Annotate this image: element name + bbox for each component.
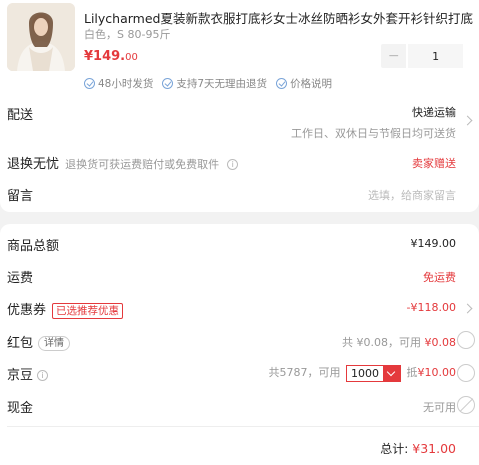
redpacket-row: 红包 详情 [7,332,71,351]
delivery-method[interactable]: 快递运输 [412,104,456,120]
delivery-time[interactable]: 工作日、双休日与节假日均可送货 [291,125,456,141]
redpacket-radio[interactable] [457,331,475,349]
coupon-row[interactable]: 优惠券 已选推荐优惠 [7,299,124,319]
coupon-label: 优惠券 [7,303,47,318]
product-price: ¥149.00 [84,49,138,64]
price-integer: 149. [93,49,126,64]
coupon-value[interactable]: -¥118.00 [407,301,456,314]
price-symbol: ¥ [84,49,94,64]
price-decimal: 00 [125,52,138,63]
product-title[interactable]: Lilycharmed夏装新款衣服打底衫女士冰丝防晒衫女外套开衫针织打底 [84,8,474,27]
redpacket-available: 共 ¥0.08，可用 [342,336,421,349]
bean-info: 共5787，可用 1000 抵¥10.00 [268,364,457,382]
cash-radio-disabled [457,396,475,414]
check-circle-icon [276,78,288,89]
chevron-down-icon [383,365,400,381]
cash-label: 现金 [7,401,34,416]
cash-value: 无可用 [423,401,456,414]
delivery-label: 配送 [7,108,34,123]
redpacket-value: ¥0.08 [424,336,457,349]
divider [7,426,479,427]
bean-selected-value: 1000 [351,366,379,380]
freight-label: 运费 [7,271,34,286]
total-value: ¥31.00 [412,441,456,456]
order-total: 总计: ¥31.00 [380,440,456,457]
redpacket-info: 共 ¥0.08，可用 ¥0.08 [342,334,456,350]
total-label: 总计: [380,442,409,456]
redpacket-detail-button[interactable]: 详情 [38,336,71,351]
returns-badge: 卖家赠送 [412,157,456,170]
redpacket-label: 红包 [7,336,34,351]
service-price-note[interactable]: 价格说明 [276,76,332,91]
bean-radio[interactable] [457,364,475,382]
message-input[interactable]: 选填，给商家留言 [368,187,456,203]
goods-total-value: ¥149.00 [410,237,457,250]
quantity-stepper: − 1 [381,44,463,68]
quantity-decrease-button[interactable]: − [381,44,407,68]
bean-row: 京豆 i [7,364,49,383]
info-icon[interactable]: i [227,159,239,170]
product-image [7,3,75,71]
bean-label: 京豆 [7,368,34,383]
service-returns: 支持7天无理由退货 [162,76,267,91]
product-thumbnail[interactable] [7,3,75,71]
bean-available: 共5787，可用 [268,366,341,379]
product-spec: 白色，S 80-95斤 [84,28,171,41]
coupon-tag: 已选推荐优惠 [52,302,124,319]
service-shipping: 48小时发货 [84,76,153,91]
freight-value: 免运费 [423,271,456,284]
returns-desc: 退换货可获运费赔付或免费取件 [65,158,220,171]
returns-label: 退换无忧 [7,157,60,172]
check-circle-icon [84,78,95,89]
service-tags: 48小时发货 支持7天无理由退货 价格说明 [84,76,332,91]
quantity-input[interactable]: 1 [408,44,463,68]
returns-row: 退换无忧 退换货可获运费赔付或免费取件 i [7,153,239,172]
check-circle-icon [162,78,174,89]
goods-total-label: 商品总额 [7,239,60,254]
info-icon[interactable]: i [37,370,49,381]
bean-amount-select[interactable]: 1000 [346,364,401,382]
bean-deduct-value: ¥10.00 [417,366,457,379]
message-label: 留言 [7,189,34,204]
bean-deduct-prefix: 抵 [406,366,418,379]
